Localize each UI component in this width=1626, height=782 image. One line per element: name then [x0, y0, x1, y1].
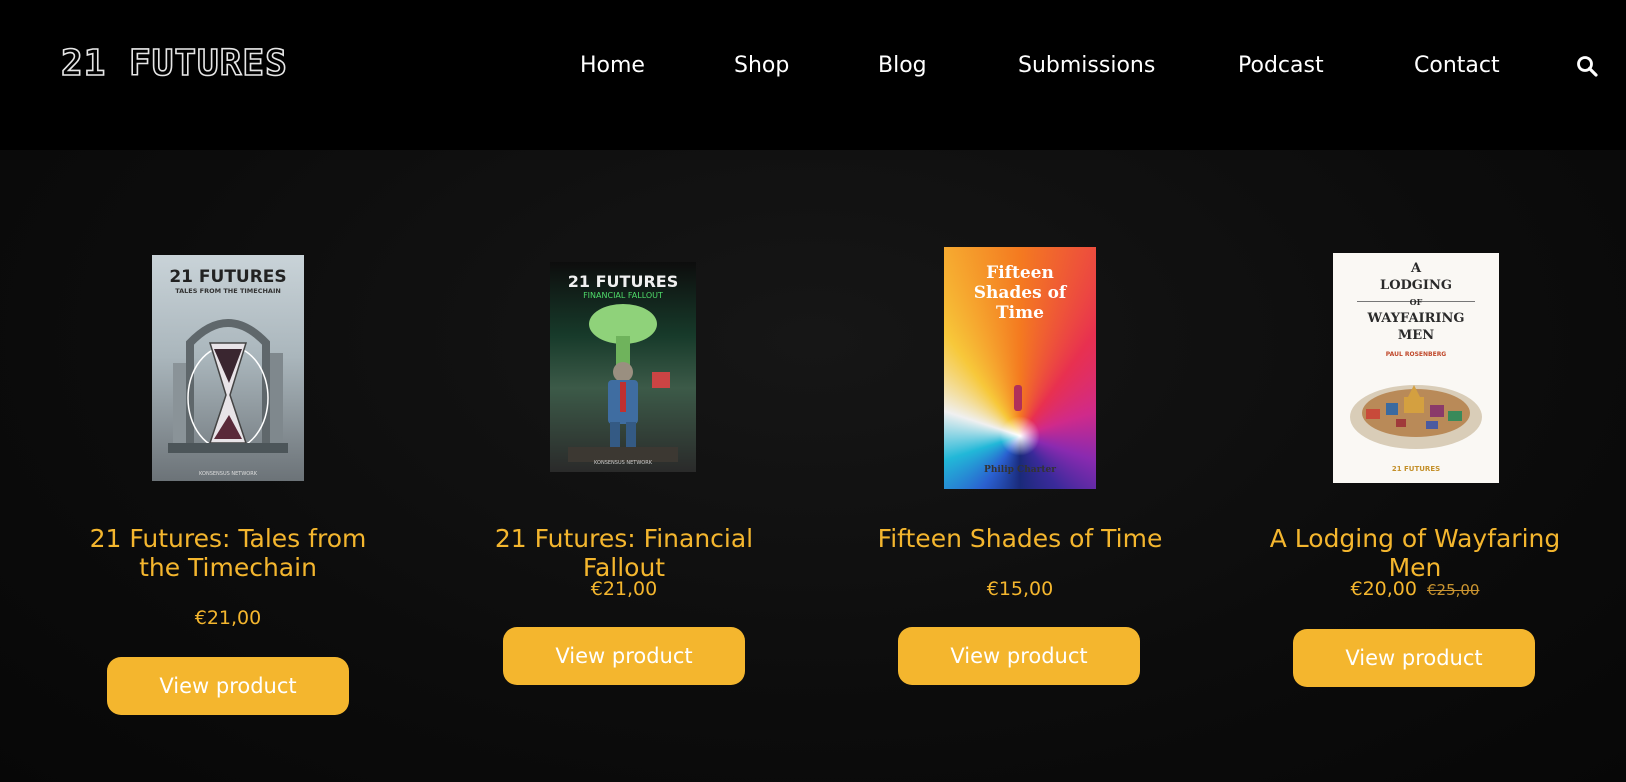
- product-title[interactable]: A Lodging of Wayfaring Men: [1217, 524, 1613, 582]
- cover-light-burst: [1000, 415, 1040, 456]
- site-logo[interactable]: 21 FUTURES: [60, 43, 288, 85]
- cover-subtitle: TALES FROM THE TIMECHAIN: [175, 287, 281, 295]
- product-price-row: €20,00 €25,00: [1217, 578, 1613, 600]
- product-price-row: €15,00: [822, 578, 1218, 600]
- view-product-button[interactable]: View product: [898, 627, 1140, 685]
- product-price: €15,00: [986, 578, 1054, 600]
- cover-figure: [1014, 385, 1022, 411]
- view-product-button[interactable]: View product: [107, 657, 349, 715]
- product-price: €21,00: [194, 607, 262, 629]
- view-product-button[interactable]: View product: [503, 627, 745, 685]
- product-price: €20,00: [1350, 578, 1417, 600]
- nav-podcast[interactable]: Podcast: [1238, 48, 1324, 84]
- nav-submissions[interactable]: Submissions: [1018, 48, 1155, 84]
- product-price-row: €21,00: [426, 578, 822, 600]
- cover-title-line: LODGING: [1380, 278, 1452, 293]
- cover-title-line: MEN: [1397, 328, 1435, 343]
- nav-home[interactable]: Home: [580, 48, 645, 84]
- hourglass-artwork: [168, 319, 288, 453]
- cover-publisher: KONSENSUS NETWORK: [594, 460, 652, 466]
- product-card: 21 FUTURES TALES FROM THE TIMECHAIN KONS…: [30, 150, 426, 782]
- view-product-button[interactable]: View product: [1293, 629, 1535, 687]
- cover-title-line: OF: [1409, 297, 1423, 307]
- product-card: Fifteen Shades of Time Philip Charter Fi…: [822, 150, 1218, 782]
- cover-title-line: WAYFAIRING: [1367, 311, 1465, 326]
- product-card: A LODGING OF WAYFAIRING MEN PAUL ROSENBE…: [1217, 150, 1613, 782]
- nav-shop[interactable]: Shop: [734, 48, 789, 84]
- cover-subtitle: FINANCIAL FALLOUT: [583, 291, 663, 300]
- cover-title-line: A: [1410, 261, 1422, 276]
- product-card: 21 FUTURES FINANCIAL FALLOUT KONSENSUS N…: [426, 150, 822, 782]
- cover-author: PAUL ROSENBERG: [1385, 351, 1447, 358]
- cover-author: Philip Charter: [984, 465, 1056, 475]
- product-price: €21,00: [590, 578, 658, 600]
- cover-title: 21 FUTURES: [169, 267, 287, 287]
- product-old-price: €25,00: [1426, 581, 1480, 599]
- product-title[interactable]: 21 Futures: Financial Fallout: [426, 524, 822, 582]
- product-title[interactable]: Fifteen Shades of Time: [822, 524, 1218, 553]
- product-cover-image[interactable]: Fifteen Shades of Time Philip Charter: [944, 247, 1096, 489]
- product-grid: 21 FUTURES TALES FROM THE TIMECHAIN KONS…: [0, 150, 1626, 782]
- site-header: 21 FUTURES Home Shop Blog Submissions Po…: [0, 0, 1626, 150]
- cover-title: Fifteen Shades of Time: [973, 263, 1067, 323]
- product-cover-image[interactable]: 21 FUTURES TALES FROM THE TIMECHAIN KONS…: [152, 255, 304, 481]
- product-cover-image[interactable]: A LODGING OF WAYFAIRING MEN PAUL ROSENBE…: [1333, 253, 1499, 483]
- mushroom-cloud-artwork: [568, 304, 678, 462]
- cover-publisher: KONSENSUS NETWORK: [199, 471, 257, 477]
- cover-title: 21 FUTURES: [567, 272, 679, 291]
- product-price-row: €21,00: [30, 607, 426, 629]
- cover-imprint: 21 FUTURES: [1391, 465, 1441, 473]
- town-artwork: [1350, 385, 1482, 449]
- search-icon[interactable]: [1576, 55, 1598, 77]
- product-title[interactable]: 21 Futures: Tales from the Timechain: [30, 524, 426, 582]
- product-cover-image[interactable]: 21 FUTURES FINANCIAL FALLOUT KONSENSUS N…: [550, 262, 696, 472]
- nav-blog[interactable]: Blog: [878, 48, 927, 84]
- nav-contact[interactable]: Contact: [1414, 48, 1500, 84]
